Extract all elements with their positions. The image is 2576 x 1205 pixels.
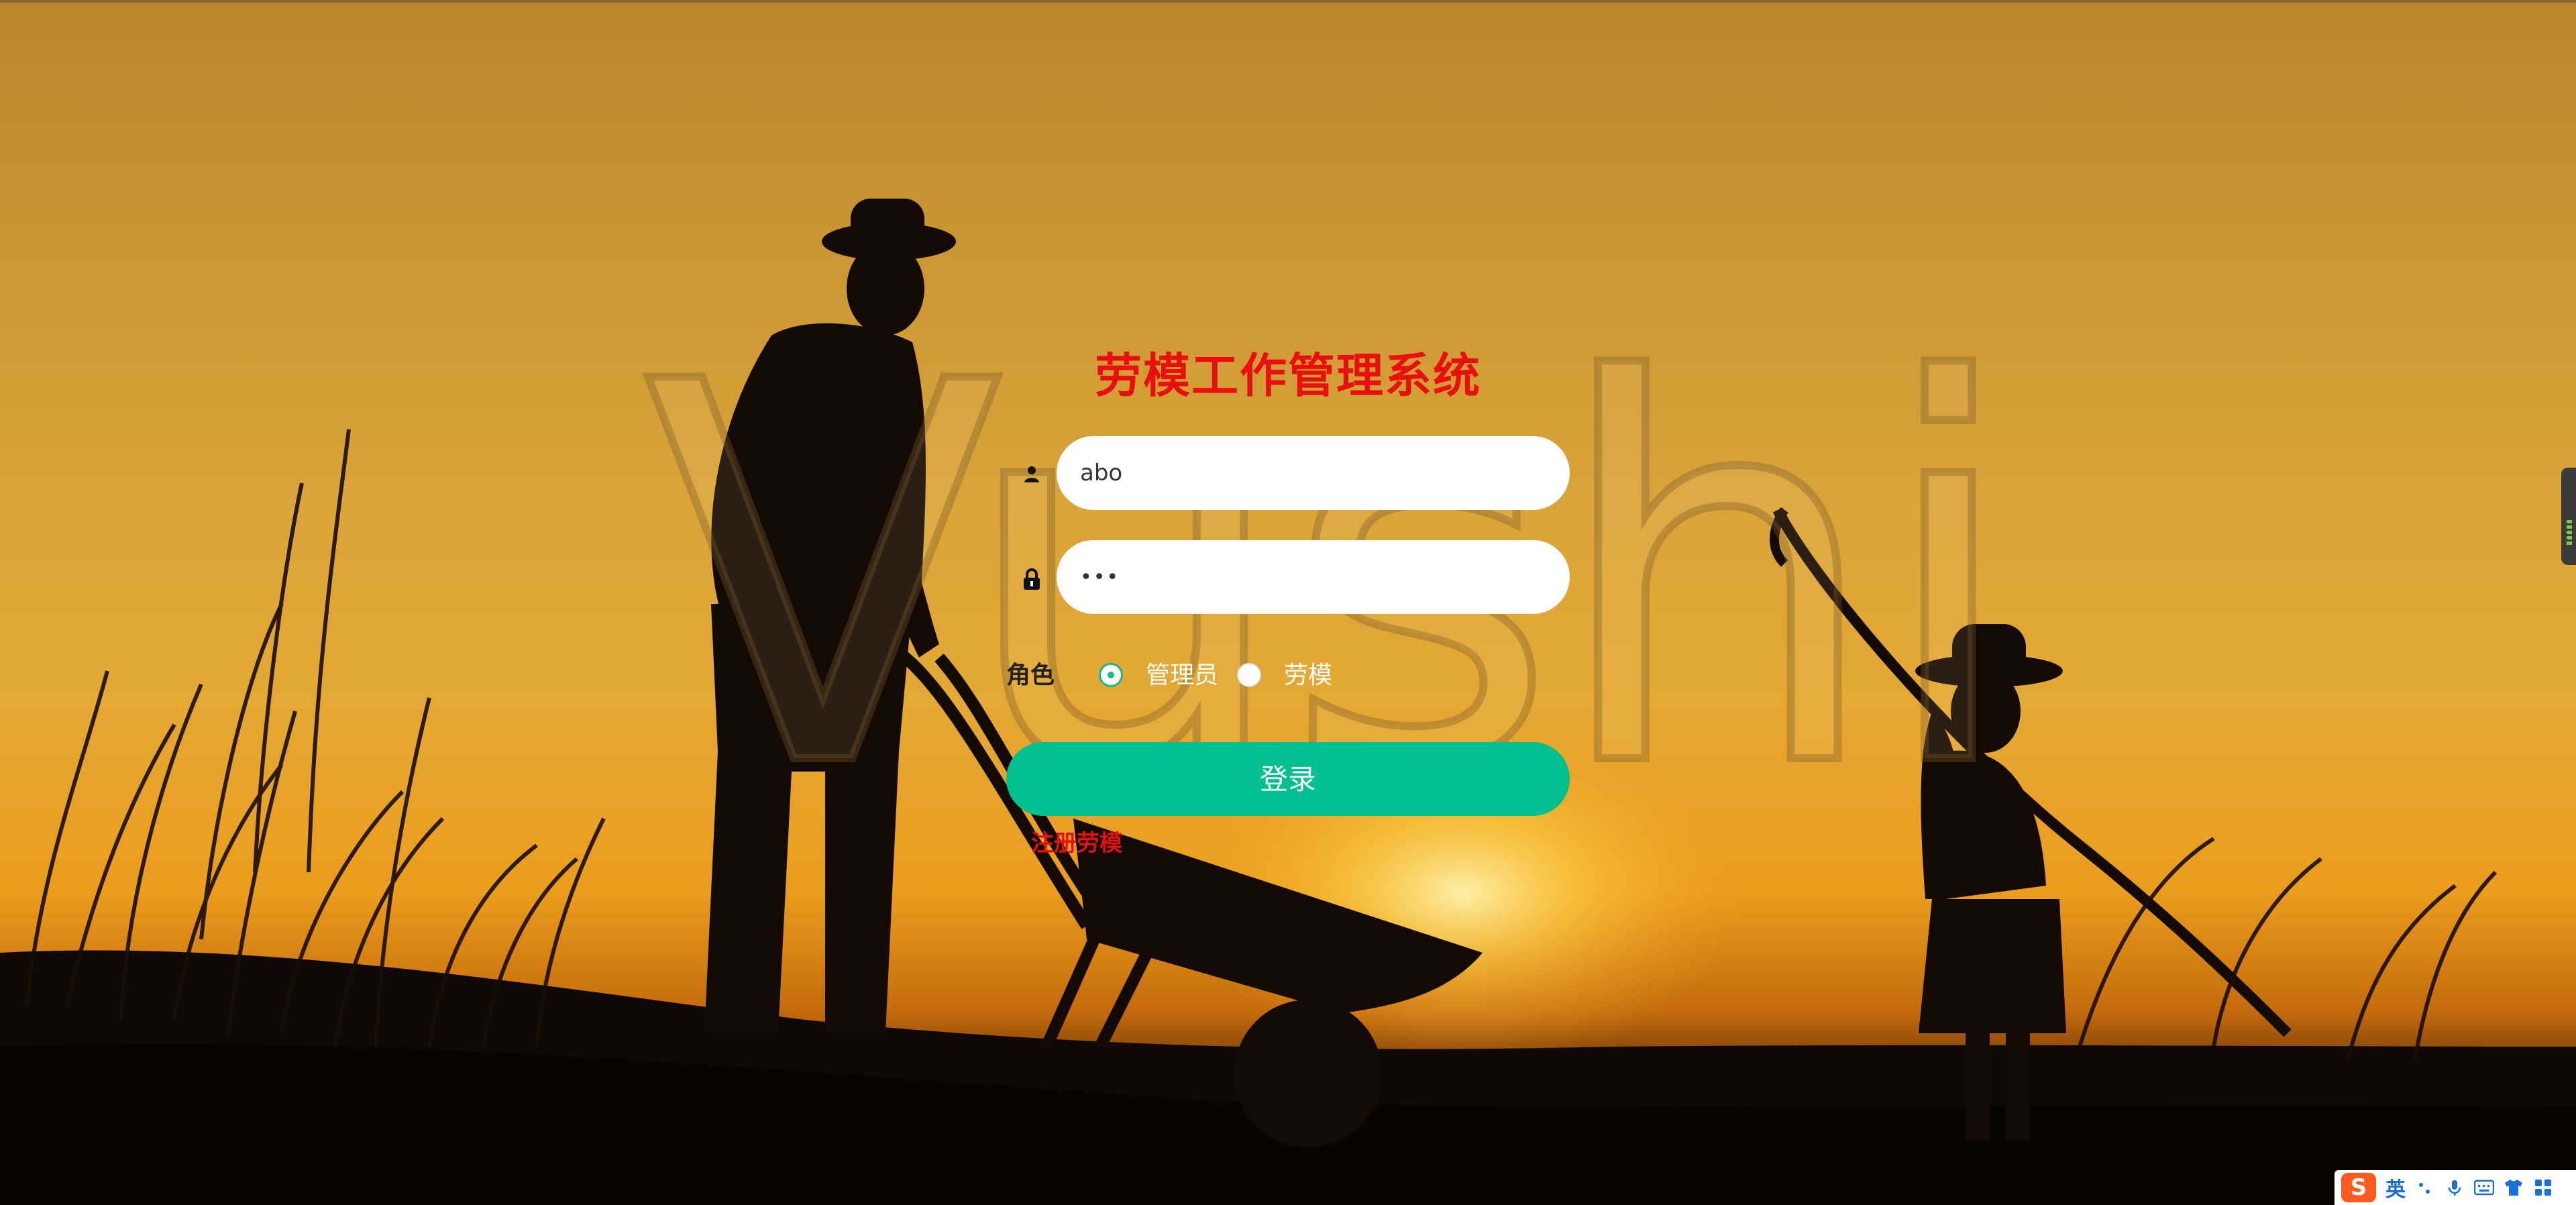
login-page: Vushi 劳模工作管理系统 角色 管理员 劳模 登录 注册劳模 S 英 <box>0 0 2576 1205</box>
radio-admin-label[interactable]: 管理员 <box>1146 659 1218 692</box>
register-link[interactable]: 注册劳模 <box>1031 827 1122 860</box>
side-widget-handle[interactable] <box>2561 468 2576 565</box>
ime-language-toggle[interactable]: 英 <box>2385 1173 2406 1202</box>
login-button[interactable]: 登录 <box>1006 742 1570 816</box>
ime-toolbar: S 英 <box>2334 1170 2576 1205</box>
menu-grid-icon[interactable] <box>2533 1177 2553 1198</box>
role-label: 角色 <box>1006 662 1055 689</box>
ime-logo-icon[interactable]: S <box>2341 1173 2376 1202</box>
page-title: 劳模工作管理系统 <box>1095 348 1481 403</box>
microphone-icon[interactable] <box>2445 1177 2465 1198</box>
radio-admin[interactable] <box>1099 663 1123 687</box>
skin-icon[interactable] <box>2504 1177 2524 1198</box>
radio-labor-model-label[interactable]: 劳模 <box>1284 659 1332 692</box>
punctuation-icon[interactable] <box>2415 1177 2435 1198</box>
lock-icon <box>1018 566 1045 592</box>
user-icon <box>1018 460 1045 487</box>
radio-labor-model[interactable] <box>1237 663 1261 687</box>
keyboard-icon[interactable] <box>2474 1177 2494 1198</box>
username-input[interactable] <box>1057 436 1570 510</box>
password-input[interactable] <box>1057 540 1570 614</box>
